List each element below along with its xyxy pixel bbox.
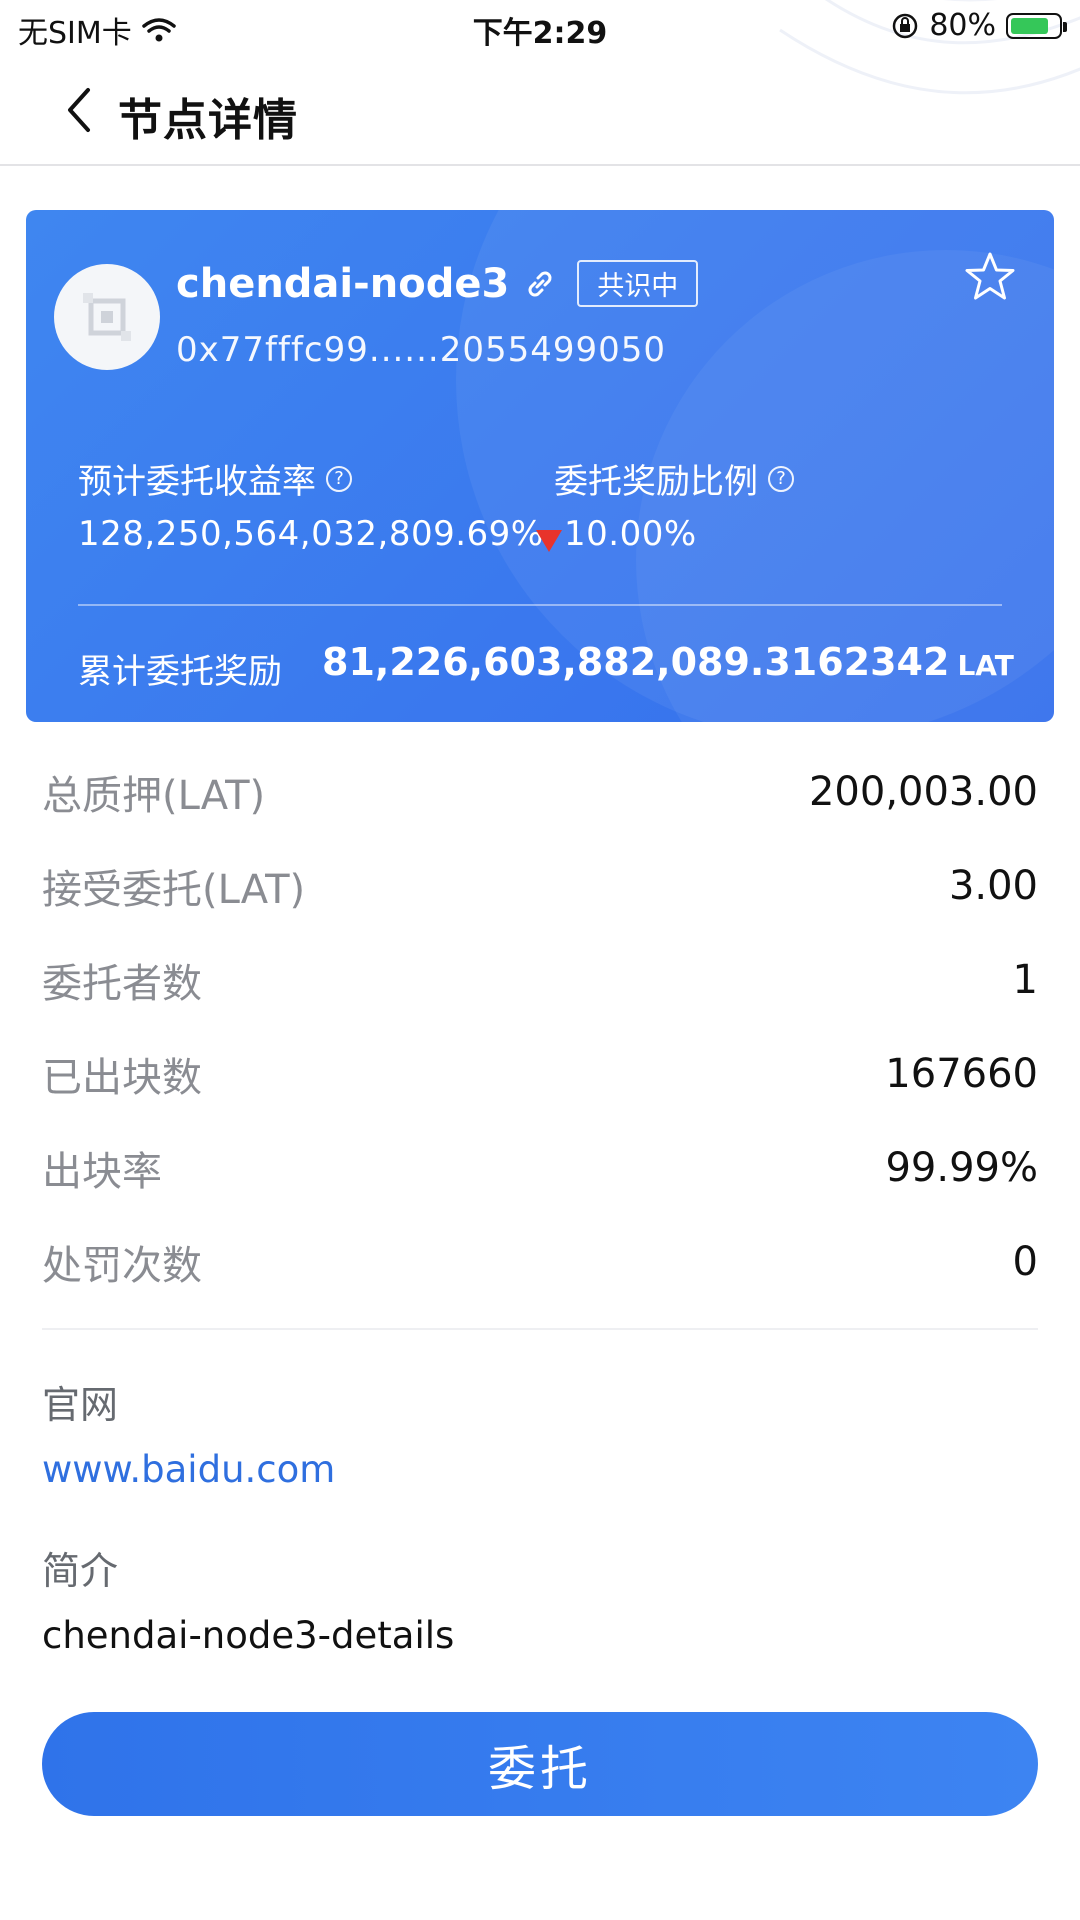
reward-ratio-label-row: 委托奖励比例 ? <box>554 454 794 503</box>
expected-yield-label: 预计委托收益率 <box>78 462 316 502</box>
node-logo-icon <box>83 293 131 341</box>
reward-ratio-label: 委托奖励比例 <box>554 462 758 502</box>
stat-label: 已出块数 <box>42 1055 202 1101</box>
section-divider <box>42 1328 1038 1330</box>
stat-value: 99.99% <box>885 1145 1038 1191</box>
stat-label: 出块率 <box>42 1149 162 1195</box>
help-icon[interactable]: ? <box>768 465 794 492</box>
node-avatar <box>54 264 160 370</box>
orientation-lock-icon <box>893 13 918 38</box>
stat-label: 委托者数 <box>42 961 202 1007</box>
reward-ratio-value: 10.00% <box>564 514 697 554</box>
status-right: 80% <box>891 8 1067 43</box>
stat-row: 处罚次数 0 <box>42 1232 1038 1292</box>
expected-yield-label-row: 预计委托收益率 ? <box>78 454 352 503</box>
stat-label: 处罚次数 <box>42 1243 202 1289</box>
delegate-button-label: 委托 <box>487 1741 592 1797</box>
card-divider <box>78 604 1002 606</box>
stat-label: 总质押(LAT) <box>42 773 266 819</box>
link-icon[interactable] <box>523 267 557 301</box>
stat-value: 1 <box>1012 957 1038 1003</box>
status-badge: 共识中 <box>577 260 699 307</box>
page-title: 节点详情 <box>118 95 298 146</box>
nav-header: 节点详情 <box>0 56 1080 166</box>
battery-percent: 80% <box>929 8 996 43</box>
stat-value: 3.00 <box>948 863 1038 909</box>
intro-text: chendai-node3-details <box>42 1614 455 1657</box>
intro-label: 简介 <box>42 1549 119 1593</box>
cumulative-reward-value: 81,226,603,882,089.3162342 <box>322 640 950 684</box>
back-button[interactable] <box>48 80 108 140</box>
favorite-star-icon[interactable] <box>960 248 1020 308</box>
stat-row: 接受委托(LAT) 3.00 <box>42 856 1038 916</box>
down-arrow-icon <box>536 530 562 552</box>
delegate-button[interactable]: 委托 <box>42 1712 1038 1816</box>
battery-fill <box>1011 17 1048 34</box>
stat-value: 200,003.00 <box>808 769 1038 815</box>
website-link[interactable]: www.baidu.com <box>42 1448 335 1491</box>
help-icon[interactable]: ? <box>326 465 352 492</box>
website-label: 官网 <box>42 1383 119 1427</box>
node-address: 0x77fffc99......2055499050 <box>176 330 667 370</box>
battery-icon <box>1006 12 1067 39</box>
node-name-row: chendai-node3 共识中 <box>176 260 699 307</box>
battery-tip <box>1063 21 1067 32</box>
stat-label: 接受委托(LAT) <box>42 867 306 913</box>
cumulative-reward-unit: LAT <box>957 649 1014 682</box>
expected-yield-value: 128,250,564,032,809.69% <box>78 514 544 554</box>
status-bar: 无SIM卡 下午2:29 80% <box>0 0 1080 56</box>
chevron-left-icon <box>68 88 90 132</box>
cumulative-reward-value-row: 81,226,603,882,089.3162342 LAT <box>322 640 1014 684</box>
cumulative-reward-label: 累计委托奖励 <box>78 652 282 692</box>
node-summary-card: chendai-node3 共识中 0x77fffc99......205549… <box>26 210 1054 722</box>
stat-row: 已出块数 167660 <box>42 1044 1038 1104</box>
stat-row: 出块率 99.99% <box>42 1138 1038 1198</box>
node-name: chendai-node3 <box>176 260 510 307</box>
stat-value: 0 <box>1012 1239 1038 1285</box>
stat-row: 委托者数 1 <box>42 950 1038 1010</box>
stat-value: 167660 <box>885 1051 1038 1097</box>
stat-row: 总质押(LAT) 200,003.00 <box>42 762 1038 822</box>
